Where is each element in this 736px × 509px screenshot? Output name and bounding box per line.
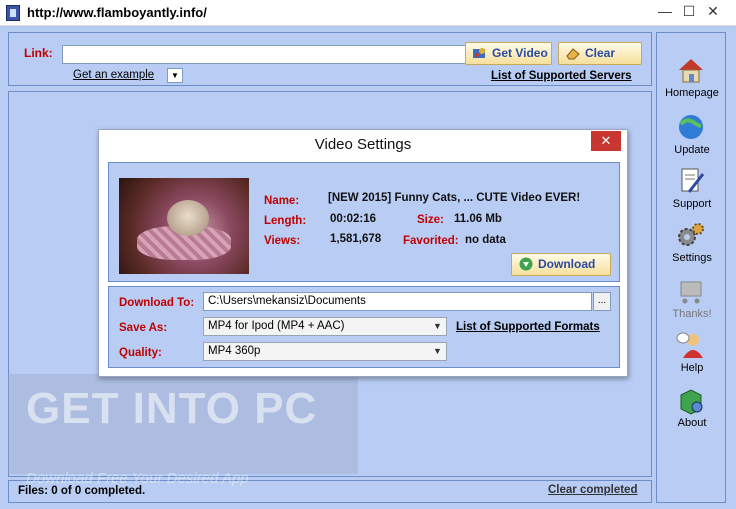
name-label: Name: xyxy=(264,195,300,207)
size-label: Size: xyxy=(417,214,444,226)
download-options-panel: Download To: C:\Users\mekansiz\Documents… xyxy=(108,286,620,368)
chevron-down-icon: ▼ xyxy=(433,346,442,356)
supported-formats-link[interactable]: List of Supported Formats xyxy=(456,321,600,333)
get-example-link[interactable]: Get an example xyxy=(73,69,154,81)
dialog-title: Video Settings xyxy=(314,136,412,153)
sidebar-item-update[interactable]: Update xyxy=(657,112,727,164)
get-video-label: Get Video xyxy=(492,46,548,60)
supported-servers-link[interactable]: List of Supported Servers xyxy=(491,70,632,82)
eraser-icon xyxy=(566,48,580,60)
download-to-label: Download To: xyxy=(119,297,195,309)
dialog-close-button[interactable]: ✕ xyxy=(591,131,621,151)
film-icon xyxy=(473,48,485,58)
close-window-button[interactable]: ✕ xyxy=(690,0,736,24)
views-label: Views: xyxy=(264,235,301,247)
download-button[interactable]: Download xyxy=(511,253,611,276)
favorited-label: Favorited: xyxy=(403,235,459,247)
favorited-value: no data xyxy=(465,234,506,246)
clear-completed-link[interactable]: Clear completed xyxy=(548,484,637,496)
quality-label: Quality: xyxy=(119,347,162,359)
update-globe-icon xyxy=(679,115,703,139)
chevron-down-icon: ▼ xyxy=(171,71,179,80)
sidebar-item-support[interactable]: Support xyxy=(657,166,727,218)
browse-button[interactable]: ... xyxy=(593,292,611,311)
download-arrow-icon xyxy=(519,257,533,271)
cart-icon xyxy=(680,281,702,304)
home-icon xyxy=(679,59,703,83)
clear-label: Clear xyxy=(585,46,616,60)
sidebar-item-settings[interactable]: Settings xyxy=(657,220,727,272)
save-as-label: Save As: xyxy=(119,322,168,334)
quality-value: MP4 360p xyxy=(208,345,261,357)
sidebar-item-label: Settings xyxy=(672,252,712,264)
sidebar-item-thanks[interactable]: Thanks! xyxy=(657,276,727,328)
video-thumbnail xyxy=(119,178,249,274)
sidebar-item-label: Help xyxy=(680,362,704,374)
sidebar-item-label: About xyxy=(677,417,707,429)
length-value: 00:02:16 xyxy=(330,213,377,225)
video-settings-dialog: Video Settings ✕ Name: [NEW 2015] Funny … xyxy=(98,129,628,377)
gears-icon xyxy=(678,223,704,246)
sidebar-item-homepage[interactable]: Homepage xyxy=(657,55,727,107)
sidebar: Homepage Update Support Settings Thanks!… xyxy=(656,32,726,503)
video-info-panel: Name: [NEW 2015] Funny Cats, ... CUTE Vi… xyxy=(108,162,620,282)
example-dropdown-button[interactable]: ▼ xyxy=(167,68,183,83)
watermark-text: GET INTO PC xyxy=(26,384,318,433)
length-label: Length: xyxy=(264,215,307,227)
chevron-down-icon: ▼ xyxy=(433,321,442,331)
title-bar: http://www.flamboyantly.info/ — ☐ ✕ xyxy=(0,0,736,26)
sidebar-item-label: Homepage xyxy=(665,87,719,99)
clear-button[interactable]: Clear xyxy=(558,42,642,65)
sidebar-item-about[interactable]: About xyxy=(657,385,727,437)
link-label: Link: xyxy=(24,46,53,60)
support-document-icon xyxy=(681,168,705,193)
sidebar-item-help[interactable]: Help xyxy=(657,330,727,382)
watermark-subtext: Download Free Your Desired App xyxy=(26,470,249,487)
app-icon xyxy=(6,5,20,21)
name-value: [NEW 2015] Funny Cats, ... CUTE Video EV… xyxy=(328,192,581,204)
sidebar-item-label: Support xyxy=(672,198,712,210)
link-panel: Link: Get an example ▼ Get Video Clear L… xyxy=(8,32,652,86)
thumbnail-cat xyxy=(167,200,209,236)
quality-select[interactable]: MP4 360p ▼ xyxy=(203,342,447,361)
size-value: 11.06 Mb xyxy=(454,213,502,225)
sidebar-item-label: Thanks! xyxy=(672,308,712,320)
download-label: Download xyxy=(538,257,596,271)
get-video-button[interactable]: Get Video xyxy=(465,42,552,65)
download-path-field[interactable]: C:\Users\mekansiz\Documents xyxy=(203,292,592,311)
window-title: http://www.flamboyantly.info/ xyxy=(27,5,207,20)
views-value: 1,581,678 xyxy=(330,233,382,245)
link-input[interactable] xyxy=(62,45,467,64)
help-person-icon xyxy=(676,332,703,358)
sidebar-item-label: Update xyxy=(674,144,710,156)
save-as-value: MP4 for Ipod (MP4 + AAC) xyxy=(208,320,345,332)
about-box-icon xyxy=(680,389,703,415)
save-as-select[interactable]: MP4 for Ipod (MP4 + AAC) ▼ xyxy=(203,317,447,336)
